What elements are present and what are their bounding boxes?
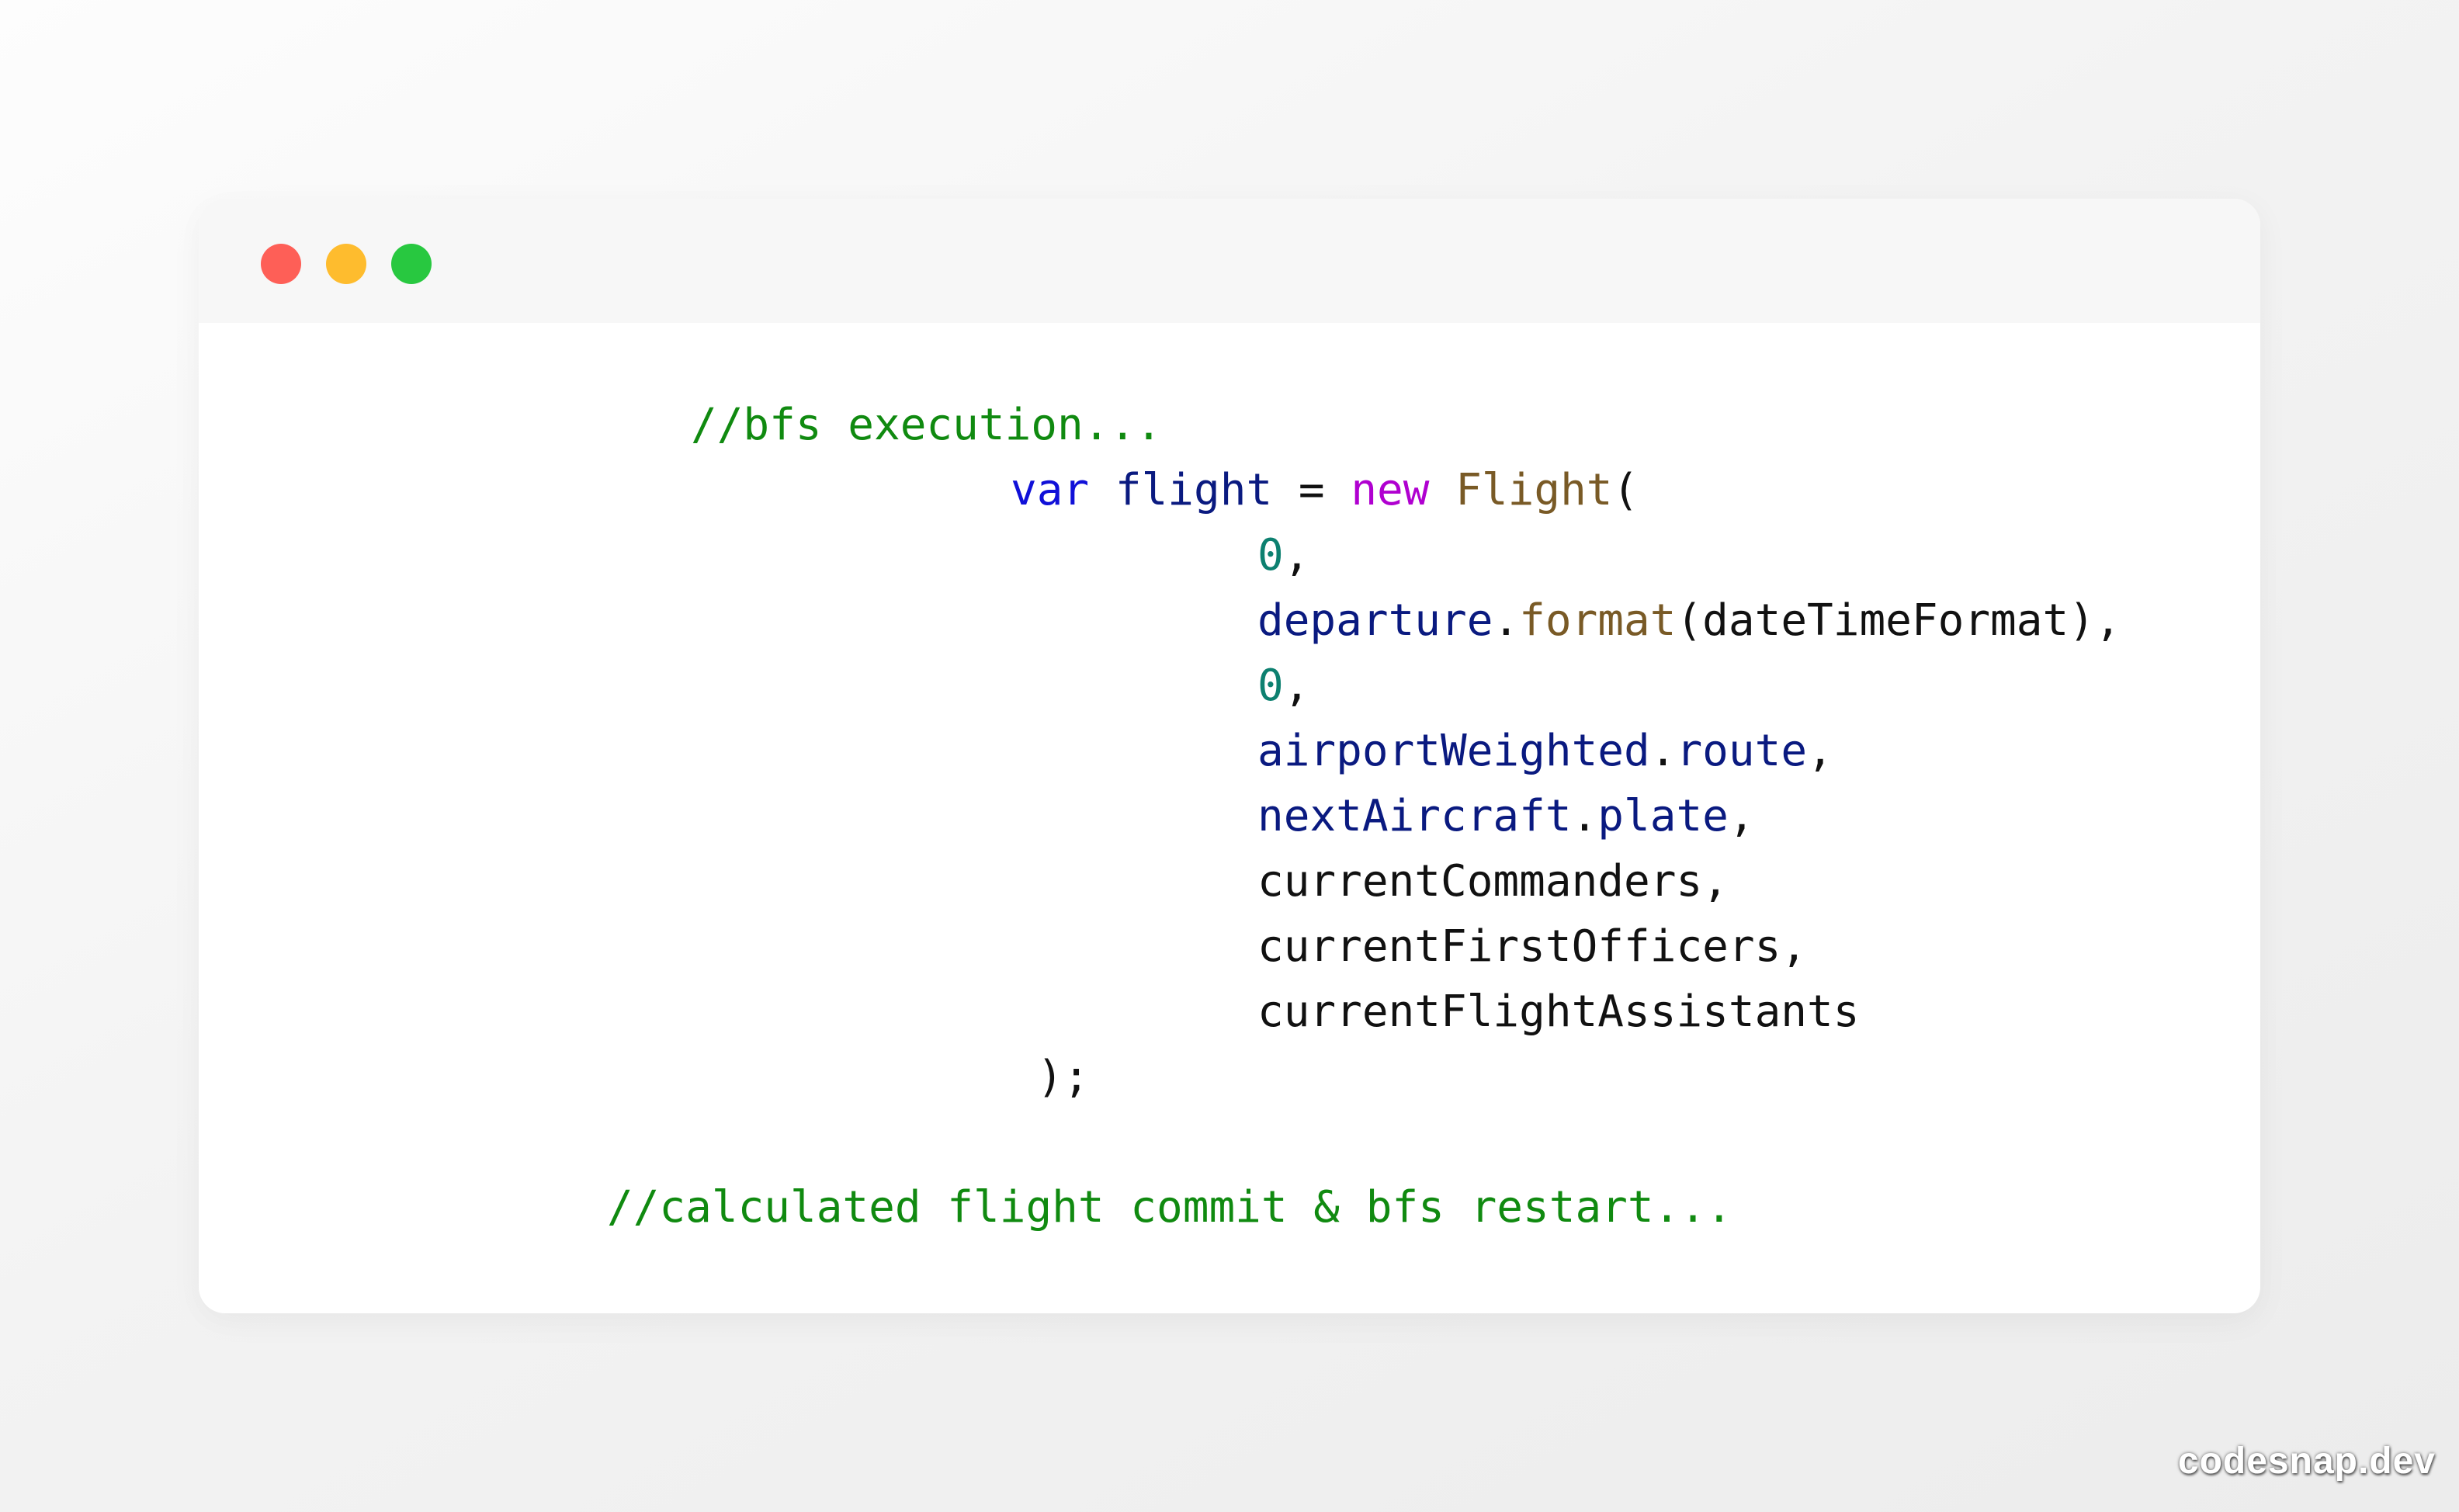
code-token: 0 <box>1257 661 1284 711</box>
code-token: Flight <box>1455 465 1613 515</box>
code-token: airportWeighted <box>1257 726 1650 776</box>
code-token: route <box>1676 726 1808 776</box>
code-token: new <box>1351 465 1430 515</box>
code-token: var <box>1011 465 1090 515</box>
code-token: , <box>1283 661 1310 711</box>
code-token: , <box>1807 726 1833 776</box>
code-line-12: //calculated flight commit & bfs restart… <box>607 1175 1732 1240</box>
code-token: currentCommanders, <box>1257 856 1729 907</box>
code-token: . <box>1493 595 1520 646</box>
code-token: departure <box>1257 595 1493 646</box>
code-token: (dateTimeFormat), <box>1676 595 2121 646</box>
code-line-7: nextAircraft.plate, <box>1257 784 1755 849</box>
code-block: //bfs execution... var flight = new Flig… <box>199 199 2260 1313</box>
code-token: . <box>1571 791 1598 841</box>
code-token: format <box>1519 595 1677 646</box>
code-line-3: 0, <box>1257 523 1309 588</box>
code-token: //calculated flight commit & bfs restart… <box>607 1182 1732 1233</box>
code-line-6: airportWeighted.route, <box>1257 719 1833 784</box>
code-token: currentFlightAssistants <box>1257 987 1860 1037</box>
code-token: , <box>1728 791 1755 841</box>
code-token: currentFirstOfficers, <box>1257 921 1808 972</box>
code-token: ( <box>1612 465 1639 515</box>
code-line-11: ); <box>1037 1045 1089 1110</box>
code-line-5: 0, <box>1257 654 1309 719</box>
code-line-1: //bfs execution... <box>691 393 1162 458</box>
code-token: //bfs execution... <box>691 400 1162 450</box>
code-line-9: currentFirstOfficers, <box>1257 914 1807 980</box>
watermark-text: codesnap.dev <box>2177 1441 2436 1482</box>
code-token: nextAircraft <box>1257 791 1572 841</box>
code-token: , <box>1283 530 1310 581</box>
code-line-2: var flight = new Flight( <box>1011 458 1639 523</box>
code-token: ); <box>1037 1052 1090 1102</box>
code-token: 0 <box>1257 530 1284 581</box>
code-token: . <box>1649 726 1677 776</box>
code-token: = <box>1272 465 1351 515</box>
code-token: flight <box>1115 465 1273 515</box>
code-window: //bfs execution... var flight = new Flig… <box>199 199 2260 1313</box>
code-token: plate <box>1597 791 1729 841</box>
code-line-10: currentFlightAssistants <box>1257 980 1859 1045</box>
code-line-8: currentCommanders, <box>1257 849 1729 914</box>
code-line-4: departure.format(dateTimeFormat), <box>1257 588 2121 654</box>
